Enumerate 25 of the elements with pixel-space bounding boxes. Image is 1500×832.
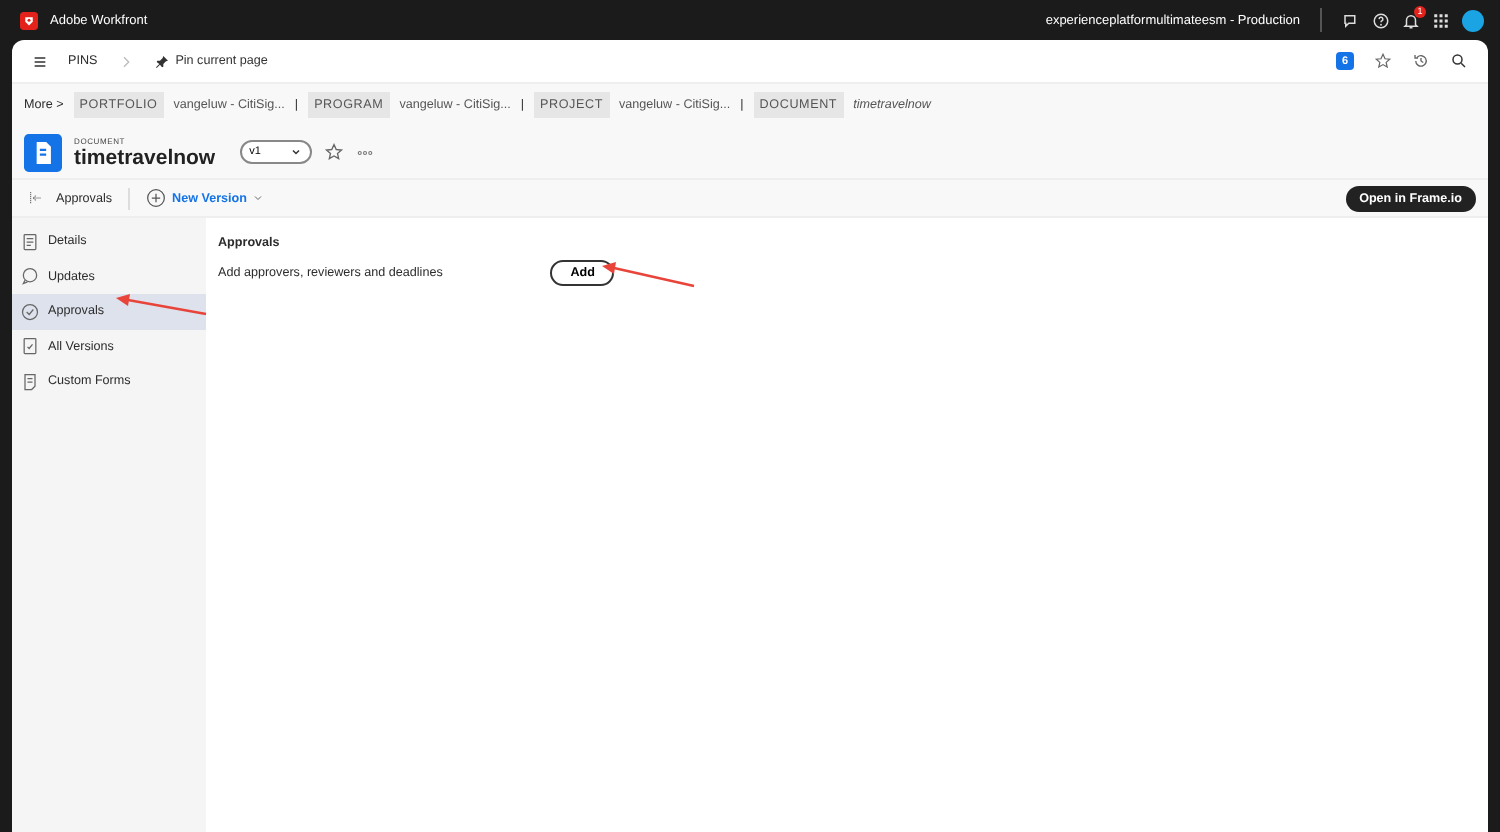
document-check-icon <box>20 336 40 357</box>
user-avatar-icon[interactable] <box>1462 9 1484 31</box>
bell-icon[interactable] <box>1402 11 1420 29</box>
document-icon <box>20 231 40 252</box>
menu-icon[interactable] <box>32 53 48 69</box>
annotation-arrow <box>602 262 695 288</box>
document-type-icon <box>24 133 62 171</box>
pin-icon <box>153 53 170 69</box>
check-circle-icon <box>20 301 40 322</box>
plus-circle-icon <box>146 188 167 208</box>
form-icon <box>20 371 40 392</box>
collapse-panel-icon[interactable] <box>28 190 44 206</box>
document-title: timetravelnow <box>74 145 216 169</box>
star-icon[interactable] <box>1374 52 1392 70</box>
help-icon[interactable] <box>1372 11 1390 29</box>
history-icon[interactable] <box>1412 52 1430 70</box>
chevron-down-icon <box>289 146 302 158</box>
chat-icon[interactable] <box>1342 11 1360 29</box>
chevron-down-icon <box>252 192 265 204</box>
search-icon[interactable] <box>1450 52 1468 70</box>
speech-bubble-icon <box>20 266 40 287</box>
apps-grid-icon[interactable] <box>1432 11 1450 29</box>
workfront-logo-icon <box>20 11 38 29</box>
star-icon[interactable] <box>323 142 344 162</box>
annotation-arrow <box>116 294 207 316</box>
